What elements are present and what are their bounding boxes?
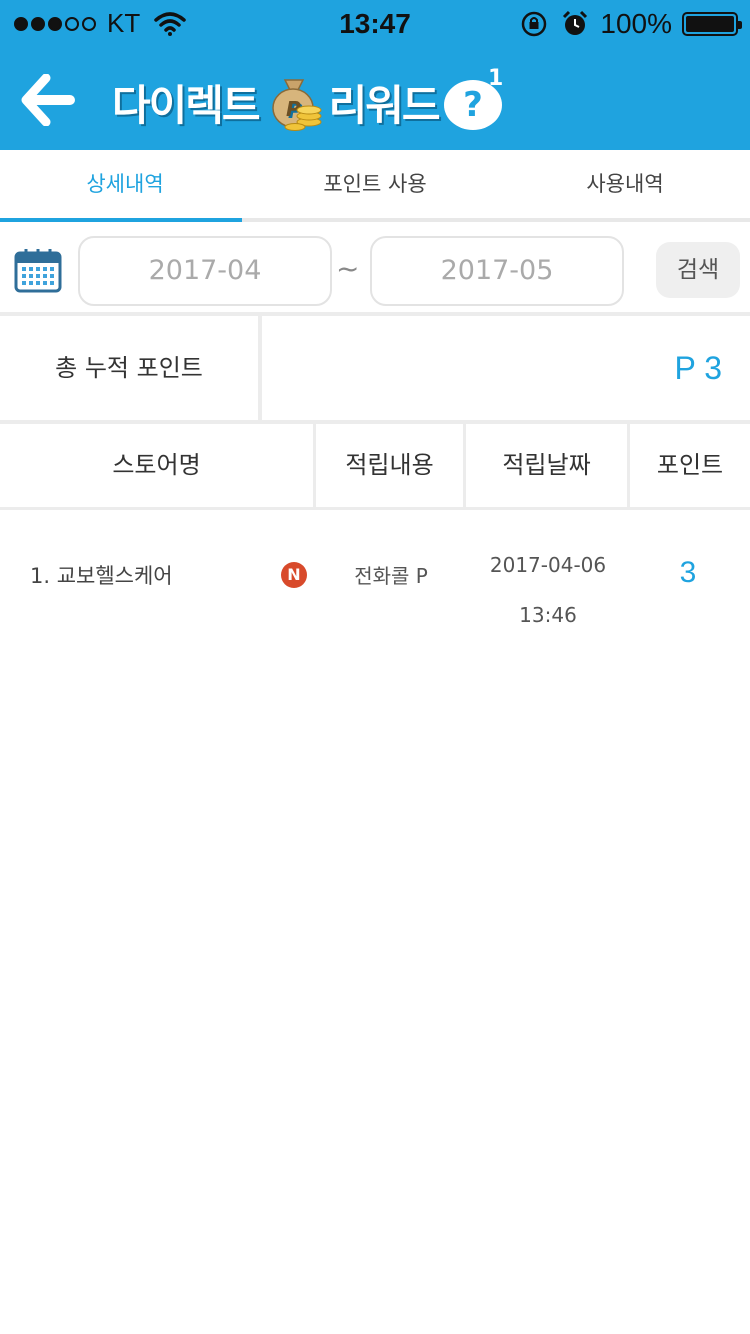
date-to-field[interactable]: 2017-05 <box>370 236 624 306</box>
new-badge-icon: N <box>281 562 307 588</box>
rotation-lock-icon <box>522 11 547 37</box>
date-filter: 2017-04 ~ 2017-05 검색 <box>0 222 750 316</box>
column-store-name: 스토어명 <box>0 424 316 507</box>
calendar-icon[interactable] <box>14 247 62 293</box>
tab-details[interactable]: 상세내역 <box>0 150 250 222</box>
help-badge-count: 1 <box>488 66 504 91</box>
money-bag-icon: P <box>271 79 322 131</box>
app-header: KT 13:47 100% 다이렉트 P 리워드 ? 1 <box>0 0 750 150</box>
table-row[interactable]: 1. 교보헬스케어 전화콜 P 2017-04-06 13:46 3 <box>0 510 750 640</box>
tab-usage-history[interactable]: 사용내역 <box>500 150 750 218</box>
back-arrow-icon[interactable] <box>20 74 76 126</box>
alarm-icon <box>563 10 588 35</box>
tab-use-points[interactable]: 포인트 사용 <box>250 150 500 218</box>
title-part1: 다이렉트 <box>112 80 261 130</box>
total-points-value: P 3 <box>674 350 722 386</box>
row-points: 3 <box>679 556 697 589</box>
total-points-label: 총 누적 포인트 <box>0 316 262 420</box>
app-title: 다이렉트 P 리워드 <box>112 72 441 132</box>
column-earn-date: 적립날짜 <box>466 424 630 507</box>
column-points: 포인트 <box>656 451 724 479</box>
status-right: 100% <box>520 8 742 40</box>
search-button[interactable]: 검색 <box>656 242 740 298</box>
row-earn-time: 13:46 <box>519 603 577 627</box>
row-earn-datetime: 2017-04-06 13:46 <box>466 540 630 640</box>
nav-bar: 다이렉트 P 리워드 ? 1 <box>0 50 750 150</box>
row-earn-date: 2017-04-06 <box>489 553 607 577</box>
help-button[interactable]: ? 1 <box>444 66 504 132</box>
title-part2: 리워드 <box>328 80 441 130</box>
battery-icon <box>682 12 742 36</box>
row-earn-content: 전화콜 P <box>354 564 428 588</box>
battery-percent: 100% <box>600 8 672 39</box>
total-points-row: 총 누적 포인트 P 3 <box>0 316 750 424</box>
date-separator: ~ <box>336 252 360 285</box>
date-from-field[interactable]: 2017-04 <box>78 236 332 306</box>
tab-bar: 상세내역 포인트 사용 사용내역 <box>0 150 750 222</box>
row-store-name: 1. 교보헬스케어 <box>30 564 173 588</box>
column-earn-content: 적립내용 <box>316 424 466 507</box>
table-header: 스토어명 적립내용 적립날짜 포인트 <box>0 424 750 510</box>
status-bar: KT 13:47 100% <box>0 0 750 50</box>
